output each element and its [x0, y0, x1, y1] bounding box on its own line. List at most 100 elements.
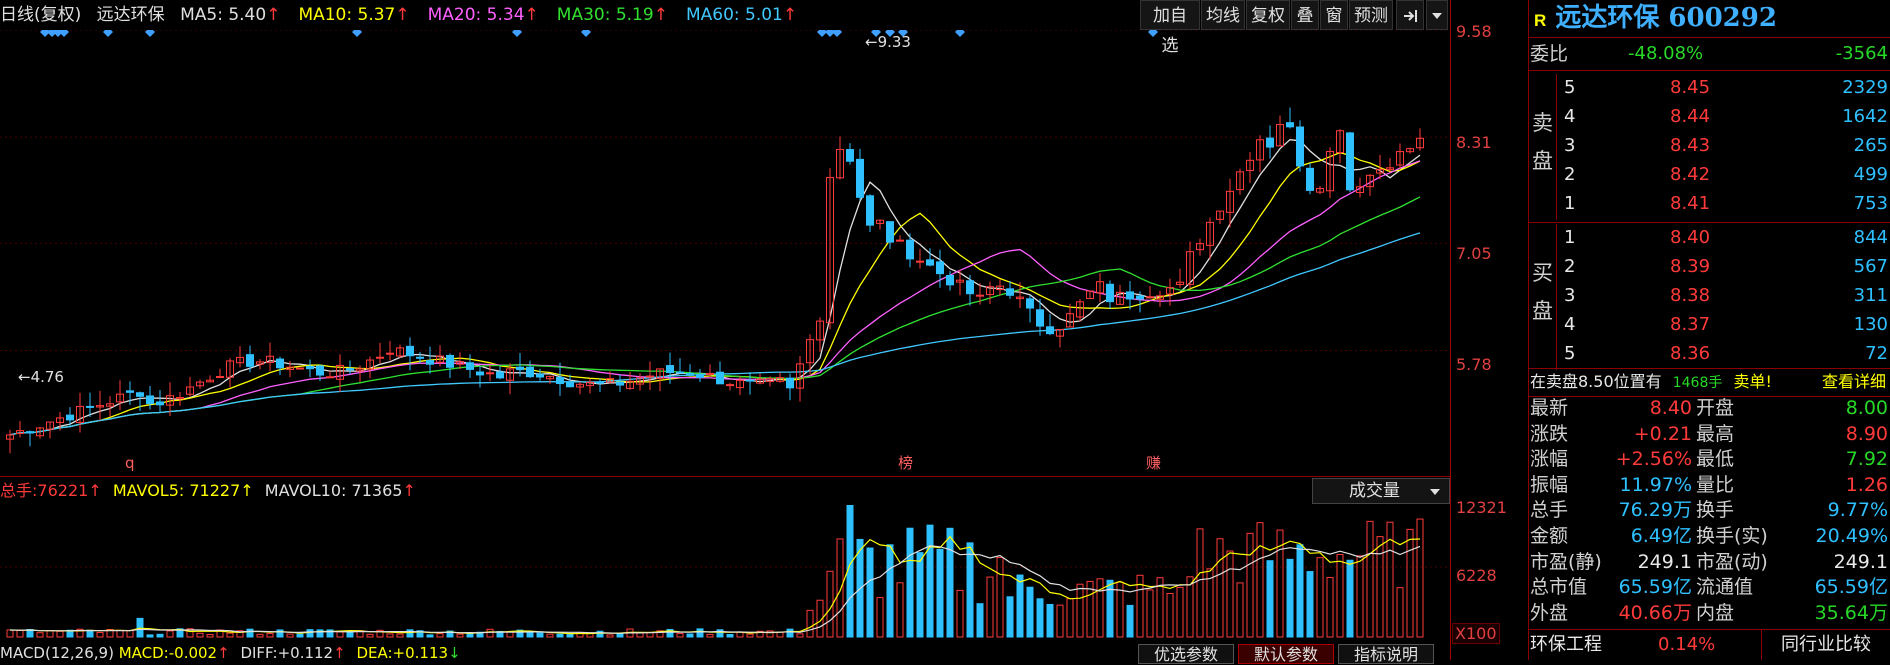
volume-bar — [556, 633, 564, 638]
event-marker[interactable]: 榜 — [898, 454, 913, 472]
stat-row: 总市值 65.59亿 流通值 65.59亿 — [1528, 575, 1890, 600]
stat-label: 市盈(静) — [1530, 550, 1602, 573]
volume-bar — [966, 542, 974, 638]
candle — [116, 380, 124, 411]
forecast-button[interactable]: 预测 — [1349, 0, 1393, 30]
stat-label: 内盘 — [1696, 601, 1735, 624]
weibi-diff: -3564 — [1835, 43, 1888, 64]
candle — [76, 392, 84, 433]
volume-bar — [1326, 577, 1334, 638]
stat-label: 涨跌 — [1530, 422, 1569, 445]
volume-bar — [926, 524, 934, 638]
sell-order-level: 4 — [1564, 106, 1576, 127]
buy-order-row[interactable]: 2 8.39 567 — [1558, 253, 1890, 281]
volume-bar — [1376, 536, 1384, 638]
stat-value: 65.59亿 — [1814, 576, 1888, 599]
candle — [386, 340, 394, 361]
dea-arrow: ↓ — [448, 644, 461, 662]
price-tick: 8.31 — [1456, 133, 1492, 152]
large-order-notice[interactable]: 在卖盘8.50位置有 1468手 卖单! 查看详细 — [1528, 368, 1890, 396]
volume-bar — [206, 634, 214, 638]
signal-marker-icon[interactable] — [832, 30, 842, 37]
candle — [1106, 280, 1114, 309]
window-button[interactable]: 窗 — [1320, 0, 1348, 30]
sell-order-row[interactable]: 4 8.44 1642 — [1558, 103, 1890, 131]
ma-line-30 — [9, 196, 1421, 436]
signal-marker-icon[interactable] — [59, 30, 69, 37]
ma-button[interactable]: 均线 — [1201, 0, 1245, 30]
volume-bar — [1236, 582, 1244, 638]
sell-side-label: 卖盘 — [1528, 74, 1557, 220]
tab-indicator-help[interactable]: 指标说明 — [1338, 644, 1434, 664]
quote-panel: R 远达环保 600292 委比 -48.08% -3564 卖盘 5 8.45 2… — [1528, 0, 1890, 660]
sector-name[interactable]: 环保工程 — [1530, 630, 1602, 660]
diff-arrow: ↑ — [333, 644, 346, 662]
sell-order-row[interactable]: 1 8.41 753 — [1558, 190, 1890, 218]
signal-marker-icon[interactable] — [512, 30, 522, 37]
candle — [136, 391, 144, 412]
volume-bar — [796, 633, 804, 638]
volume-bar — [1406, 528, 1414, 638]
signal-marker-icon[interactable] — [103, 30, 113, 37]
candlestick-chart[interactable]: ←9.33 ←4.76 q 榜 赚 — [0, 30, 1450, 475]
candle — [146, 386, 154, 410]
volume-bar — [616, 632, 624, 638]
mavol10-value: 71365 — [351, 481, 403, 500]
buy-order-row[interactable]: 1 8.40 844 — [1558, 224, 1890, 252]
chevron-down-icon[interactable] — [1426, 0, 1448, 30]
buy-order-row[interactable]: 3 8.38 311 — [1558, 282, 1890, 310]
candle — [36, 426, 44, 439]
notice-detail-link[interactable]: 查看详细 — [1822, 368, 1886, 396]
volume-bar — [96, 631, 104, 638]
kline-chart-area[interactable]: 日线(复权) 远达环保 MA5: 5.40↑ MA10: 5.37↑ MA20: 5… — [0, 0, 1528, 664]
volume-unit: X100 — [1452, 623, 1500, 644]
candle — [1126, 281, 1134, 310]
stat-label: 换手(实) — [1696, 525, 1768, 547]
buy-order-row[interactable]: 4 8.37 130 — [1558, 311, 1890, 339]
ma-legend-item: MA20: 5.34↑ — [427, 5, 539, 25]
sell-order-row[interactable]: 3 8.43 265 — [1558, 132, 1890, 160]
sell-order-row[interactable]: 2 8.42 499 — [1558, 161, 1890, 189]
volume-bar — [36, 632, 44, 638]
sell-order-row[interactable]: 5 8.45 2329 — [1558, 74, 1890, 102]
stat-value: 11.97% — [1619, 473, 1692, 496]
stat-value: 76.29万 — [1618, 499, 1692, 522]
buy-order-volume: 844 — [1853, 227, 1888, 248]
sector-compare-link[interactable]: 同行业比较 — [1761, 630, 1890, 660]
event-marker[interactable]: q — [125, 454, 135, 472]
candle — [396, 344, 404, 359]
candle — [6, 429, 14, 454]
tab-preferred-params[interactable]: 优选参数 — [1138, 644, 1234, 664]
tab-default-params[interactable]: 默认参数 — [1238, 644, 1334, 664]
overlay-button[interactable]: 叠 — [1291, 0, 1319, 30]
add-watchlist-button[interactable]: 加自选 — [1140, 0, 1200, 56]
event-marker[interactable]: 赚 — [1146, 454, 1161, 472]
volume-chart[interactable] — [0, 505, 1450, 642]
candle — [846, 143, 854, 165]
candle — [966, 274, 974, 306]
signal-marker-icon[interactable] — [352, 30, 362, 37]
buy-orders: 1 8.40 844 2 8.39 567 3 8.38 311 4 8.37 130 5 8.36 72 — [1558, 222, 1890, 372]
signal-marker-icon[interactable] — [581, 30, 591, 37]
exit-fullscreen-icon[interactable] — [1396, 0, 1424, 30]
volume-bar — [1346, 559, 1354, 638]
adjust-button[interactable]: 复权 — [1246, 0, 1290, 30]
signal-marker-icon[interactable] — [145, 30, 155, 37]
candle — [296, 367, 304, 370]
volume-bar — [1026, 586, 1034, 638]
signal-marker-icon[interactable] — [817, 30, 827, 37]
volume-bar — [1296, 544, 1304, 638]
indicator-selector[interactable]: 成交量 — [1312, 478, 1450, 504]
ma-line-20 — [9, 160, 1421, 436]
low-price-label: ←4.76 — [18, 368, 64, 386]
signal-marker-icon[interactable] — [1148, 30, 1158, 37]
stat-label: 最新 — [1530, 397, 1569, 419]
ma-legend: MA5: 5.40↑ MA10: 5.37↑ MA20: 5.34↑ MA30: 5.… — [180, 5, 815, 25]
buy-order-level: 3 — [1564, 285, 1576, 306]
candle — [186, 376, 194, 397]
volume-bar — [1056, 604, 1064, 638]
period-label[interactable]: 日线(复权) — [0, 5, 81, 25]
signal-marker-icon[interactable] — [955, 30, 965, 37]
buy-order-price: 8.40 — [1670, 227, 1711, 248]
buy-order-row[interactable]: 5 8.36 72 — [1558, 340, 1890, 368]
